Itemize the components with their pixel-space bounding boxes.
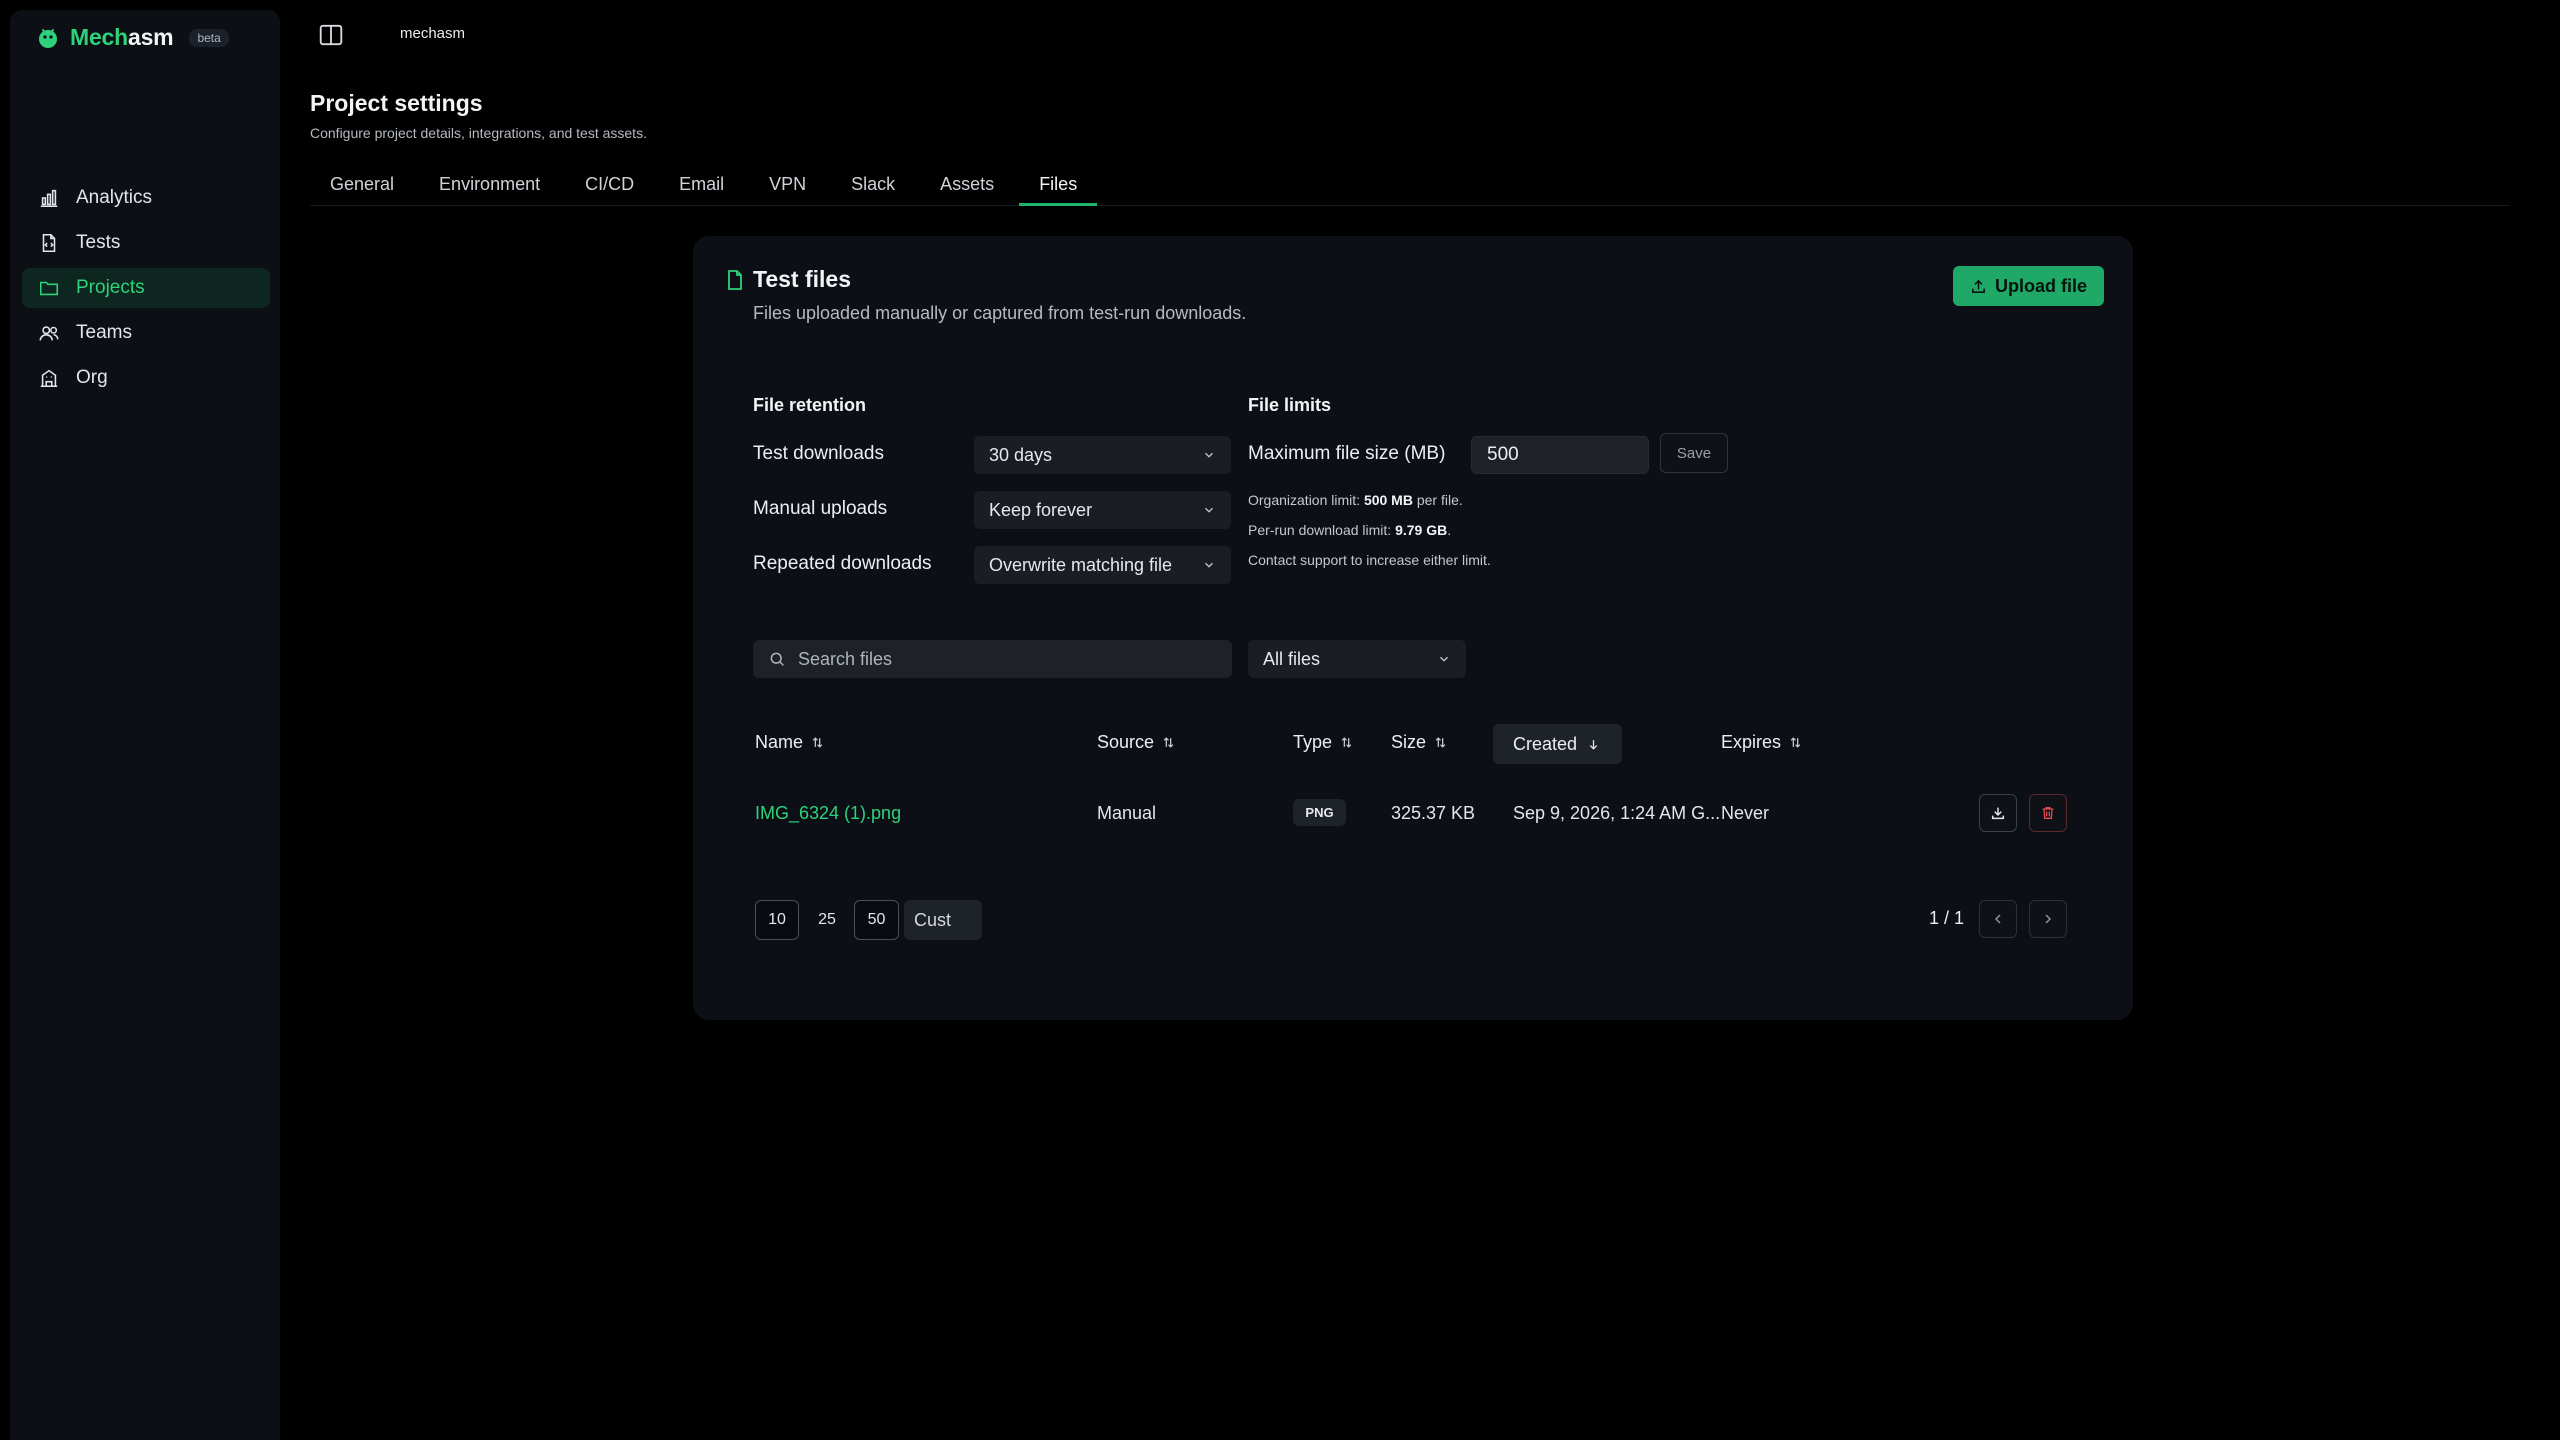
column-header-name[interactable]: Name <box>755 732 824 753</box>
repeated-downloads-select[interactable]: Overwrite matching file <box>974 546 1231 584</box>
sort-icon <box>1163 737 1174 748</box>
tab-general[interactable]: General <box>310 168 414 206</box>
tab-vpn[interactable]: VPN <box>749 168 826 206</box>
file-source: Manual <box>1097 803 1157 823</box>
users-icon <box>39 326 59 341</box>
brand[interactable]: Mechasm beta <box>36 24 229 51</box>
column-header-created[interactable]: Created <box>1493 724 1622 764</box>
chevron-down-icon <box>1205 507 1213 513</box>
column-header-type[interactable]: Type <box>1293 732 1353 753</box>
settings-tabs: General Environment CI/CD Email VPN Slac… <box>310 168 2510 206</box>
page-size-50-button[interactable]: 50 <box>854 900 899 940</box>
page-count: 1 / 1 <box>1929 908 1965 928</box>
tab-files[interactable]: Files <box>1019 168 1098 206</box>
file-filter-select[interactable]: All files <box>1248 640 1466 678</box>
sort-icon <box>1790 737 1801 748</box>
column-header-expires[interactable]: Expires <box>1721 732 1802 753</box>
contact-support-note: Contact support to increase either limit… <box>1248 552 1491 568</box>
logo-icon <box>39 28 57 48</box>
delete-button[interactable] <box>2029 794 2067 832</box>
sidebar-nav: Analytics Tests Projects Teams Org <box>22 178 270 403</box>
beta-badge: beta <box>189 28 229 47</box>
max-file-size-input[interactable]: 500 <box>1471 436 1649 474</box>
select-value: Overwrite matching file <box>989 554 1173 575</box>
upload-file-label: Upload file <box>1994 275 2087 296</box>
file-limits-title: File limits <box>1248 395 1332 415</box>
tab-environment[interactable]: Environment <box>419 168 560 206</box>
page-subtitle: Configure project details, integrations,… <box>310 125 647 141</box>
sidebar-item-org[interactable]: Org <box>22 358 270 398</box>
tab-email[interactable]: Email <box>659 168 744 206</box>
org-limit-note: Organization limit: 500 MB per file. <box>1248 492 1463 508</box>
sidebar: Mechasm beta Analytics Tests Projects Te… <box>10 10 280 1440</box>
chevron-right-icon <box>2045 914 2052 924</box>
sort-icon <box>1435 737 1446 748</box>
chevron-down-icon <box>1205 452 1213 458</box>
search-icon <box>770 652 784 666</box>
sidebar-item-projects[interactable]: Projects <box>22 268 270 308</box>
column-header-size[interactable]: Size <box>1391 732 1447 753</box>
card-title: Test files <box>753 266 851 292</box>
file-code-icon <box>42 233 56 253</box>
save-button[interactable]: Save <box>1660 433 1728 473</box>
page-size-10-button[interactable]: 10 <box>755 900 799 940</box>
file-expires: Never <box>1721 803 1770 823</box>
run-limit-note: Per-run download limit: 9.79 GB. <box>1248 522 1452 538</box>
page-size-25-button[interactable]: 25 <box>805 900 849 940</box>
chevron-down-icon <box>1440 656 1448 662</box>
sort-icon <box>812 737 823 748</box>
test-downloads-label: Test downloads <box>753 443 884 464</box>
custom-page-size-input[interactable]: Cust <box>904 900 982 940</box>
breadcrumb[interactable]: mechasm <box>400 25 465 42</box>
bar-chart-icon <box>40 189 58 208</box>
trash-icon <box>2042 807 2054 819</box>
sidebar-item-teams[interactable]: Teams <box>22 313 270 353</box>
file-size: 325.37 KB <box>1391 803 1476 823</box>
brand-name: Mechasm <box>70 24 174 50</box>
building-icon <box>40 369 58 388</box>
arrow-down-icon <box>1589 739 1598 750</box>
sidebar-item-label: Projects <box>76 277 145 298</box>
max-file-size-label: Maximum file size (MB) <box>1248 443 1446 464</box>
sidebar-toggle-icon[interactable] <box>318 22 344 48</box>
file-retention-title: File retention <box>753 395 867 415</box>
upload-file-button[interactable]: Upload file <box>1953 266 2104 306</box>
test-downloads-select[interactable]: 30 days <box>974 436 1231 474</box>
sidebar-item-label: Analytics <box>76 187 153 208</box>
manual-uploads-select[interactable]: Keep forever <box>974 491 1231 529</box>
next-page-button[interactable] <box>2029 900 2067 938</box>
search-placeholder: Search files <box>798 648 893 669</box>
card-subtitle: Files uploaded manually or captured from… <box>753 303 1247 323</box>
tab-cicd[interactable]: CI/CD <box>565 168 654 206</box>
select-value: Keep forever <box>989 499 1093 520</box>
upload-icon <box>1972 279 1985 293</box>
sidebar-item-label: Tests <box>76 232 121 253</box>
sidebar-item-tests[interactable]: Tests <box>22 223 270 263</box>
file-name-link[interactable]: IMG_6324 (1).png <box>755 803 901 824</box>
sidebar-item-label: Org <box>76 367 108 388</box>
tab-slack[interactable]: Slack <box>831 168 915 206</box>
sort-icon <box>1341 737 1352 748</box>
tab-assets[interactable]: Assets <box>920 168 1014 206</box>
repeated-downloads-label: Repeated downloads <box>753 553 932 574</box>
manual-uploads-label: Manual uploads <box>753 498 888 519</box>
chevron-down-icon <box>1205 562 1213 568</box>
file-icon <box>728 270 742 290</box>
download-button[interactable] <box>1979 794 2017 832</box>
file-type-badge: PNG <box>1293 799 1346 826</box>
search-input[interactable]: Search files <box>753 640 1232 678</box>
prev-page-button[interactable] <box>1979 900 2017 938</box>
select-value: 30 days <box>989 444 1053 465</box>
column-header-source[interactable]: Source <box>1097 732 1175 753</box>
sidebar-item-analytics[interactable]: Analytics <box>22 178 270 218</box>
download-icon <box>1991 807 2005 820</box>
page-title: Project settings <box>310 90 483 116</box>
sidebar-item-label: Teams <box>76 322 132 343</box>
chevron-left-icon <box>1994 914 2001 924</box>
file-created: Sep 9, 2026, 1:24 AM G... <box>1513 803 1721 823</box>
select-value: All files <box>1263 648 1321 669</box>
folder-icon <box>39 281 59 296</box>
test-files-card: Test files Files uploaded manually or ca… <box>693 236 2133 1020</box>
